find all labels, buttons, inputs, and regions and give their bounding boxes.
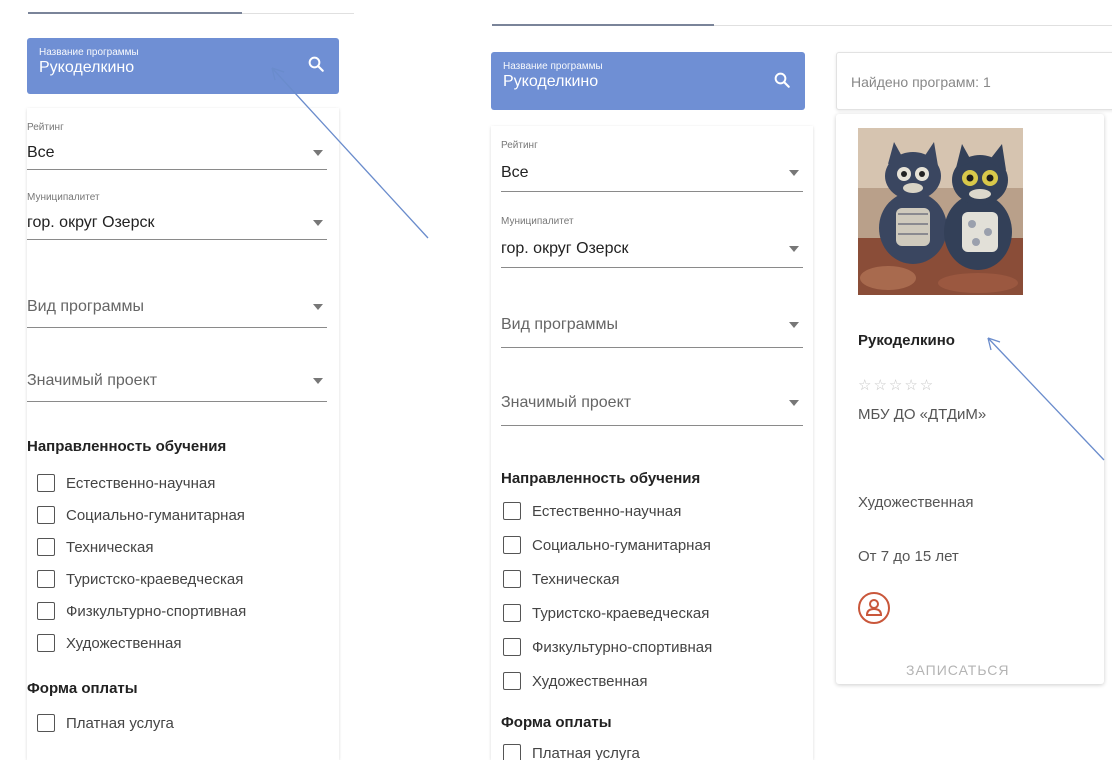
annotation-arrow-search <box>271 67 429 239</box>
annotation-arrows <box>271 67 1105 461</box>
annotation-arrow-title <box>987 337 1105 461</box>
